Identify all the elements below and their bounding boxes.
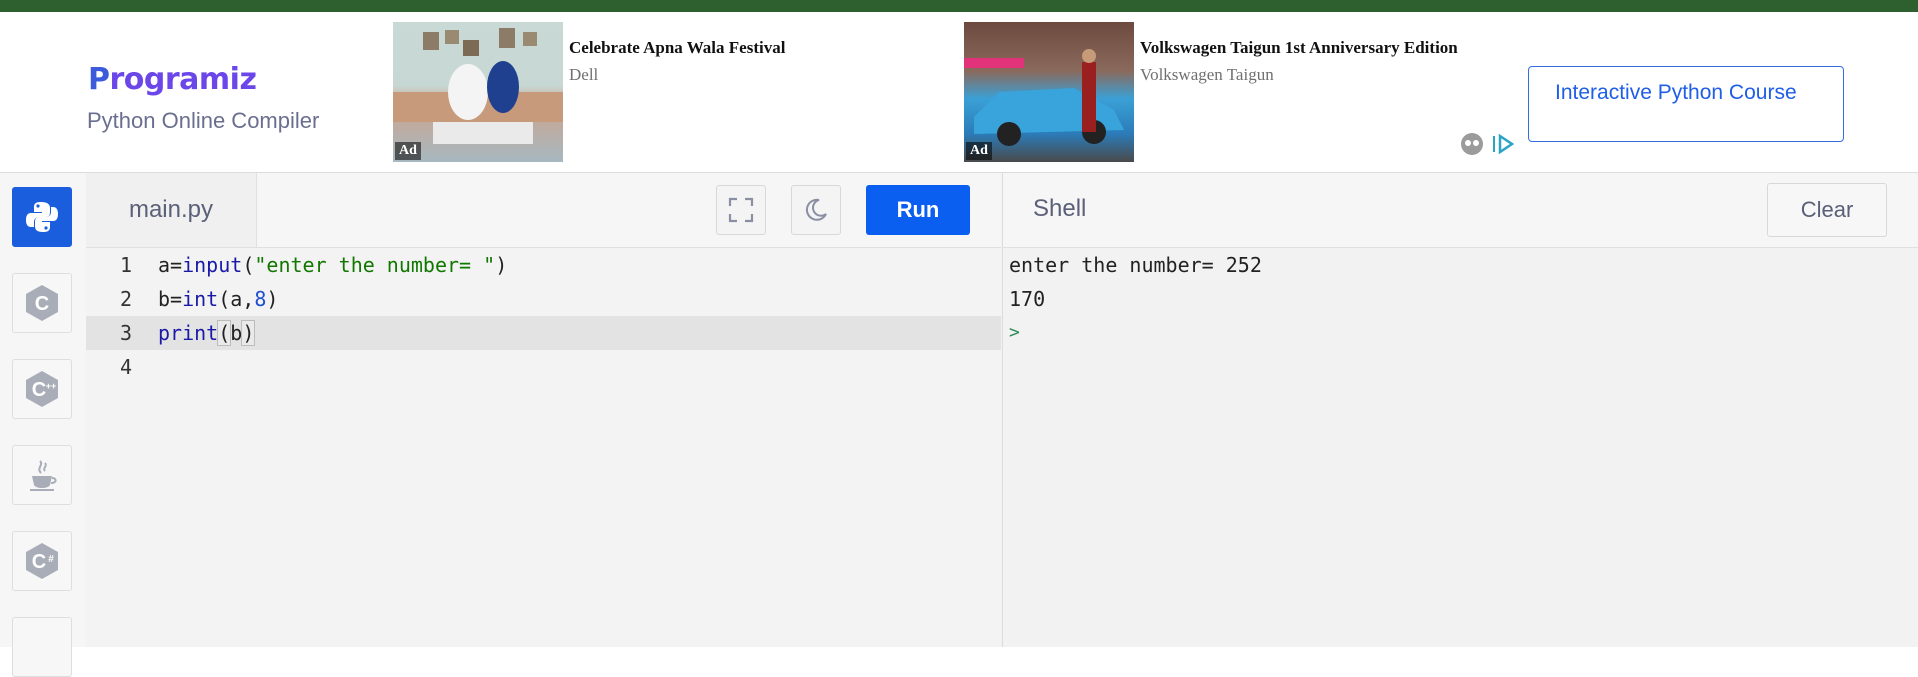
csharp-icon: C # [26, 543, 58, 579]
shell-toolbar: Shell Clear [1002, 173, 1918, 248]
fullscreen-icon [728, 197, 754, 223]
clear-button[interactable]: Clear [1767, 183, 1887, 237]
svg-text:++: ++ [46, 381, 57, 391]
svg-text:C: C [35, 293, 49, 315]
cpp-lang-button[interactable]: C ++ [12, 359, 72, 419]
ad-badge: Ad [966, 142, 992, 160]
c-icon: C [26, 285, 58, 321]
code-line-current[interactable]: 3 print(b) [86, 316, 1001, 350]
header: Programiz Python Online Compiler Ad Cele… [0, 12, 1918, 172]
fullscreen-button[interactable] [716, 185, 766, 235]
svg-text:#: # [48, 554, 54, 565]
ad-feedback-icon [1461, 133, 1483, 155]
svg-text:C: C [32, 551, 46, 573]
ad-dell[interactable]: Ad Celebrate Apna Wala Festival Dell [393, 22, 913, 162]
page-subtitle: Python Online Compiler [87, 108, 320, 133]
cpp-icon: C ++ [26, 371, 58, 407]
theme-toggle-button[interactable] [791, 185, 841, 235]
language-rail: C C ++ C # [0, 173, 87, 677]
line-number: 1 [119, 253, 132, 277]
editor-toolbar: main.py Run [86, 173, 1001, 248]
code-line[interactable]: 4 [86, 350, 1001, 384]
top-accent-bar [0, 0, 1918, 12]
moon-icon [805, 198, 827, 221]
ad-choices[interactable] [1460, 132, 1520, 163]
shell-output-line: 170 [1009, 287, 1046, 311]
ad-title[interactable]: Celebrate Apna Wala Festival [569, 38, 785, 58]
ad-advertiser: Dell [569, 65, 599, 84]
shell-title: Shell [1033, 195, 1087, 222]
shell-prompt[interactable]: > [1009, 316, 1020, 350]
ad-car-icon [964, 49, 1124, 146]
line-number: 2 [119, 287, 132, 311]
file-tab-main[interactable]: main.py [86, 173, 257, 247]
python-icon [26, 202, 58, 232]
code-line[interactable]: 1 a=input("enter the number= ") [86, 248, 1001, 282]
ad-image[interactable]: Ad [393, 22, 563, 162]
csharp-lang-button[interactable]: C # [12, 531, 72, 591]
code-editor[interactable]: 1 a=input("enter the number= ") 2 b=int(… [86, 248, 1001, 647]
line-number: 3 [119, 321, 132, 345]
more-lang-button[interactable] [12, 617, 72, 677]
ad-advertiser: Volkswagen Taigun [1140, 65, 1274, 84]
code-text[interactable]: b=int(a,8) [158, 282, 278, 316]
line-number: 4 [119, 355, 132, 379]
shell-output-line: enter the number= 252 [1009, 253, 1262, 277]
ad-title[interactable]: Volkswagen Taigun 1st Anniversary Editio… [1140, 38, 1458, 58]
c-lang-button[interactable]: C [12, 273, 72, 333]
python-lang-button[interactable] [12, 187, 72, 247]
code-text[interactable]: print(b) [158, 316, 256, 350]
ad-illustration-icon [393, 28, 563, 144]
ad-volkswagen[interactable]: Ad Volkswagen Taigun 1st Anniversary Edi… [964, 22, 1504, 162]
programiz-logo[interactable]: Programiz [88, 62, 257, 97]
java-icon [30, 460, 57, 491]
workspace: C C ++ C # main.py Run Shell Clear 1 a=i… [0, 172, 1918, 677]
ad-badge: Ad [395, 142, 421, 160]
svg-text:C: C [32, 379, 46, 401]
interactive-course-button[interactable]: Interactive Python Course [1528, 66, 1844, 142]
run-button[interactable]: Run [866, 185, 970, 235]
code-text[interactable]: a=input("enter the number= ") [158, 248, 507, 282]
code-line[interactable]: 2 b=int(a,8) [86, 282, 1001, 316]
adchoices-icon [1498, 133, 1515, 155]
shell-output[interactable]: enter the number= 252 170 > [1002, 248, 1918, 647]
java-lang-button[interactable] [12, 445, 72, 505]
ad-image[interactable]: Ad [964, 22, 1134, 162]
